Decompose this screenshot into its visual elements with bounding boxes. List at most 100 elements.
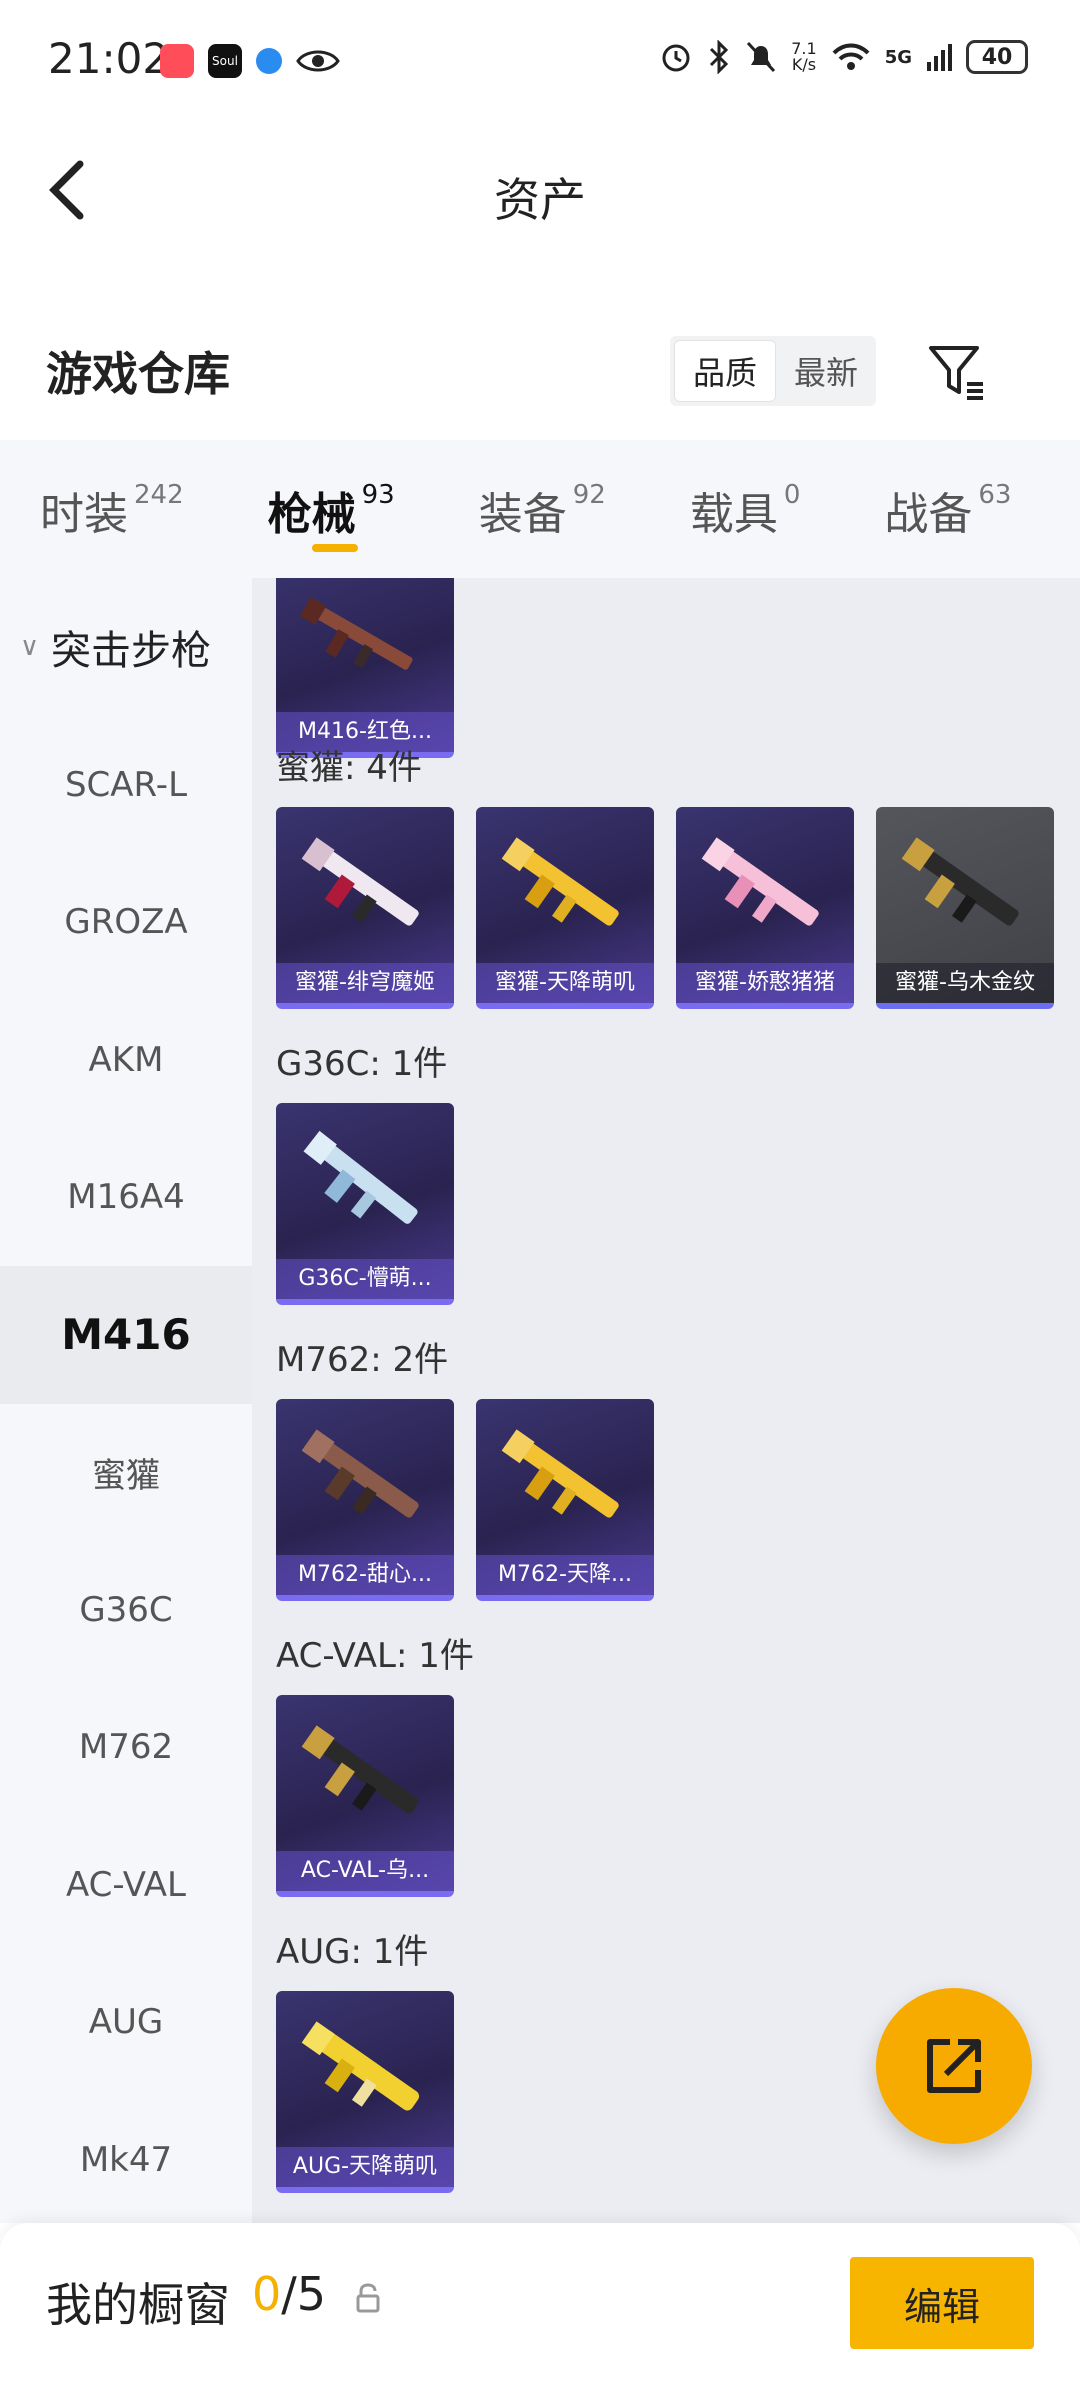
app-header: 资产 — [0, 124, 1080, 294]
status-bar: 21:02 Soul 7.1 K/s 5G 40 — [0, 0, 1080, 124]
tab-equipment[interactable]: 装备 92 — [479, 440, 606, 578]
showcase-bar: 我的橱窗 0/5 编辑 — [0, 2223, 1080, 2382]
showcase-current: 0 — [252, 2267, 282, 2321]
signal-icon — [927, 44, 952, 71]
rifle-image — [299, 596, 413, 670]
sidebar-item-m762[interactable]: M762 — [0, 1679, 252, 1817]
weapon-card-name: M762-天降... — [476, 1555, 654, 1595]
mute-icon — [747, 41, 776, 73]
showcase-total: /5 — [281, 2267, 327, 2321]
weapon-card-name: 蜜獾-乌木金纹 — [876, 963, 1054, 1003]
weapon-card[interactable]: 蜜獾-娇憨猪猪 — [676, 807, 854, 1009]
weapon-card[interactable]: M762-天降... — [476, 1399, 654, 1601]
tab-fashion[interactable]: 时装 242 — [40, 440, 184, 578]
weapon-card[interactable]: M416-红色... — [276, 578, 454, 758]
tab-count: 63 — [978, 480, 1012, 510]
alarm-icon — [662, 44, 690, 72]
battery-indicator: 40 — [966, 40, 1028, 74]
weapon-type-sidebar: ∨ 突击步枪 SCAR-L GROZA AKM M16A4 M416 蜜獾 G3… — [0, 578, 252, 2223]
weapon-card-name: AC-VAL-乌... — [276, 1851, 454, 1891]
rifle-image — [303, 1130, 418, 1224]
browser-app-icon — [256, 48, 282, 74]
rifle-image — [501, 837, 619, 926]
lock-icon — [356, 2283, 380, 2313]
rifle-image — [501, 1429, 619, 1518]
sidebar-item-scar-l[interactable]: SCAR-L — [0, 716, 252, 854]
tab-count: 0 — [783, 480, 801, 510]
warehouse-title: 游戏仓库 — [46, 347, 230, 401]
sort-toggle: 品质 最新 — [670, 336, 876, 406]
sidebar-item-aug[interactable]: AUG — [0, 1954, 252, 2092]
rifle-image — [301, 1429, 419, 1518]
page-title: 资产 — [494, 173, 586, 227]
tab-count: 93 — [361, 480, 395, 510]
tab-label: 装备 — [478, 489, 567, 540]
tab-count: 242 — [134, 480, 184, 510]
network-speed: 7.1 K/s — [791, 39, 817, 74]
sidebar-item-mk47[interactable]: Mk47 — [0, 2091, 252, 2229]
active-tab-indicator — [311, 544, 358, 552]
network-type: 5G — [884, 46, 912, 68]
section-title-m762: M762: 2件 — [276, 1340, 449, 1380]
status-time: 21:02 — [48, 34, 170, 83]
showcase-label: 我的橱窗 — [46, 2278, 230, 2332]
sidebar-item-g36c[interactable]: G36C — [0, 1541, 252, 1679]
external-link-icon — [927, 2039, 981, 2093]
sidebar-item-m416[interactable]: M416 — [0, 1266, 252, 1404]
tab-count: 92 — [572, 480, 606, 510]
chevron-down-icon: ∨ — [20, 632, 40, 662]
weapon-card[interactable]: 蜜獾-乌木金纹 — [876, 807, 1054, 1009]
weapon-card[interactable]: M762-甜心... — [276, 1399, 454, 1601]
rifle-image — [901, 837, 1019, 926]
filter-icon[interactable] — [925, 340, 989, 404]
wifi-icon — [832, 43, 870, 70]
tab-label: 载具 — [689, 489, 778, 540]
tab-weapons[interactable]: 枪械 93 — [268, 440, 395, 578]
sidebar-item-groza[interactable]: GROZA — [0, 854, 252, 992]
share-fab-button[interactable] — [876, 1988, 1032, 2144]
section-title-g36c: G36C: 1件 — [276, 1044, 448, 1084]
notification-icons: Soul — [160, 44, 340, 78]
rifle-image — [301, 1725, 419, 1814]
rifle-image — [301, 837, 419, 926]
weapon-card[interactable]: 蜜獾-天降萌叽 — [476, 807, 654, 1009]
sidebar-group-label: 突击步枪 — [51, 628, 212, 674]
sidebar-item-ac-val[interactable]: AC-VAL — [0, 1816, 252, 1954]
sidebar-group-assault-rifle[interactable]: ∨ 突击步枪 — [0, 578, 252, 716]
category-tabs: 时装 242 枪械 93 装备 92 载具 0 战备 63 — [0, 440, 1080, 578]
status-right: 7.1 K/s 5G 40 — [659, 40, 1028, 74]
soul-app-icon: Soul — [208, 44, 242, 78]
weapon-card[interactable]: G36C-懵萌... — [276, 1103, 454, 1305]
bluetooth-icon — [710, 40, 729, 74]
weapon-card-name: M762-甜心... — [276, 1555, 454, 1595]
rifle-image — [301, 2021, 420, 2111]
tab-label: 枪械 — [267, 489, 356, 540]
weapon-card-name: 蜜獾-娇憨猪猪 — [676, 963, 854, 1003]
weapon-card[interactable]: AUG-天降萌叽 — [276, 1991, 454, 2193]
tab-label: 时装 — [40, 489, 128, 540]
shop-app-icon — [160, 44, 194, 78]
rifle-image — [701, 837, 819, 926]
showcase-count: 0/5 — [252, 2267, 326, 2321]
section-title-aug: AUG: 1件 — [276, 1932, 429, 1972]
edit-button[interactable]: 编辑 — [850, 2257, 1034, 2349]
tab-vehicles[interactable]: 载具 0 — [690, 440, 801, 578]
tab-label: 战备 — [884, 489, 973, 540]
section-title-ac-val: AC-VAL: 1件 — [276, 1636, 474, 1676]
weapon-grid: M416-红色... 蜜獾: 4件 蜜獾-绯穹魔姬 蜜獾-天降萌叽 蜜獾-娇憨猪… — [252, 578, 1080, 2223]
weapon-card-name: AUG-天降萌叽 — [276, 2147, 454, 2187]
eye-icon — [296, 50, 340, 72]
weapon-card[interactable]: AC-VAL-乌... — [276, 1695, 454, 1897]
weapon-card[interactable]: 蜜獾-绯穹魔姬 — [276, 807, 454, 1009]
tab-supplies[interactable]: 战备 63 — [884, 440, 1011, 578]
weapon-card-name: 蜜獾-绯穹魔姬 — [276, 963, 454, 1003]
sidebar-item-m16a4[interactable]: M16A4 — [0, 1129, 252, 1267]
weapon-card-name: 蜜獾-天降萌叽 — [476, 963, 654, 1003]
sort-quality-button[interactable]: 品质 — [674, 340, 776, 402]
sidebar-item-akm[interactable]: AKM — [0, 991, 252, 1129]
weapon-card-name: G36C-懵萌... — [276, 1259, 454, 1299]
warehouse-bar: 游戏仓库 品质 最新 — [0, 294, 1080, 440]
sidebar-item-honey-badger[interactable]: 蜜獾 — [0, 1404, 252, 1542]
sort-latest-button[interactable]: 最新 — [776, 336, 876, 406]
section-title-honey-badger: 蜜獾: 4件 — [276, 748, 422, 788]
